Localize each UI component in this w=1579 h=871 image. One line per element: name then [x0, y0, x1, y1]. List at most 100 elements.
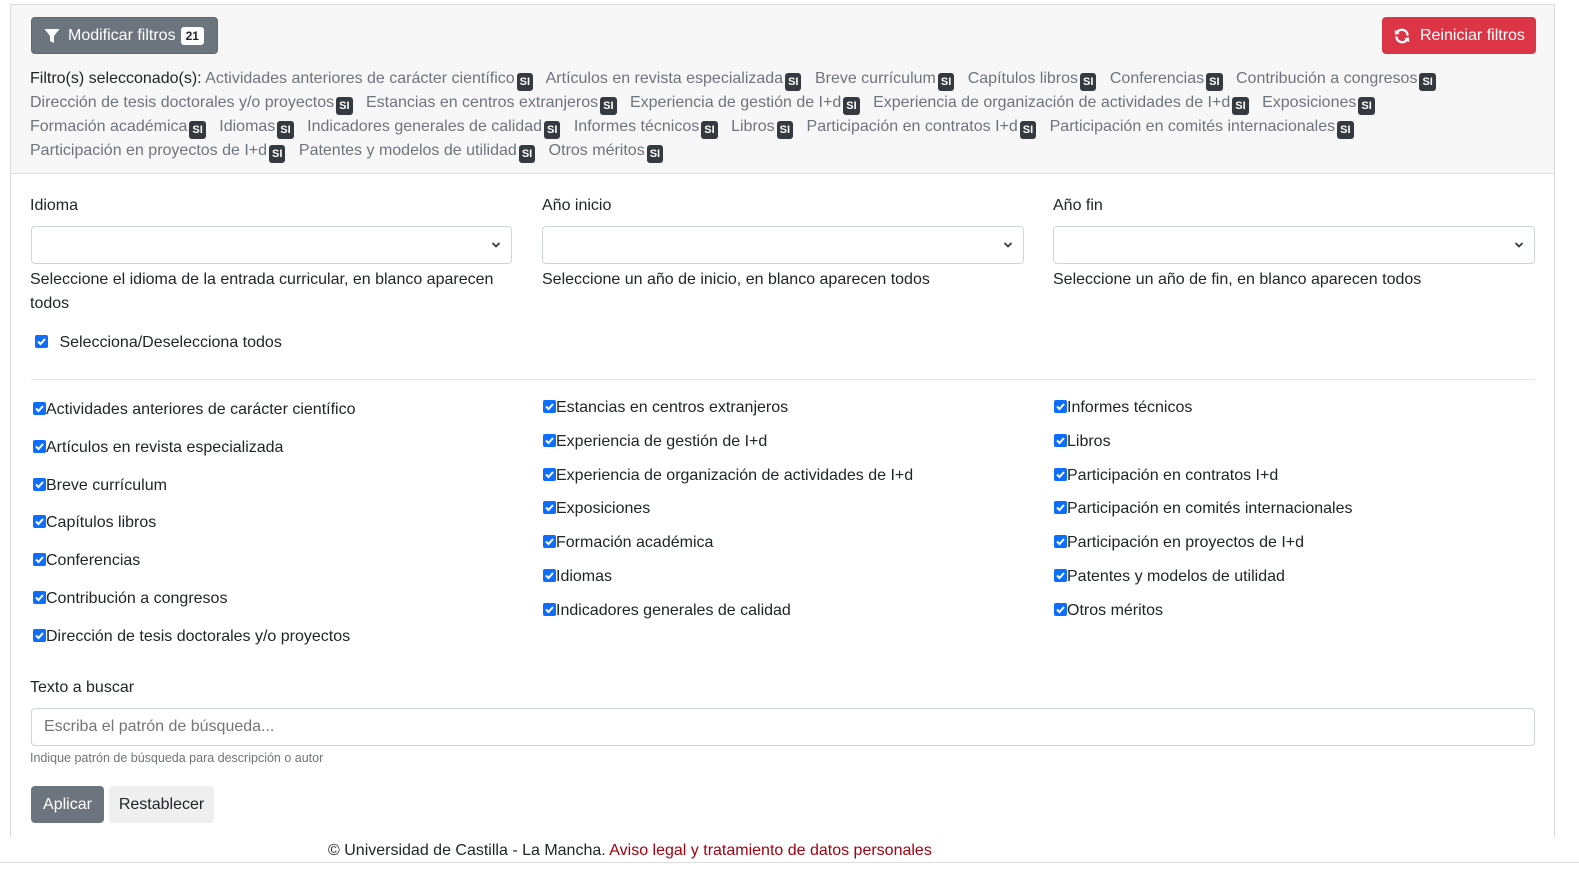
- filter-checkbox-item[interactable]: Idiomas: [543, 568, 612, 586]
- ano-fin-select[interactable]: [1053, 226, 1535, 264]
- checkmark-icon: [35, 405, 44, 413]
- filter-checkbox[interactable]: [33, 628, 46, 642]
- filter-checkbox-label: Formación académica: [556, 534, 714, 552]
- search-input[interactable]: [31, 708, 1535, 746]
- selected-filter-tag: Libros SI: [731, 118, 794, 139]
- filter-checkbox[interactable]: [1054, 433, 1067, 447]
- filters-card: Modificar filtros 21 Reiniciar filtros F…: [10, 4, 1555, 838]
- filter-checkbox-item[interactable]: Experiencia de organización de actividad…: [543, 467, 913, 485]
- filter-checkbox[interactable]: [33, 591, 46, 604]
- filter-checkbox-item[interactable]: Contribución a congresos: [33, 590, 227, 608]
- filter-checkbox[interactable]: [543, 400, 556, 413]
- checkmark-icon: [35, 632, 44, 640]
- si-badge: SI: [189, 121, 206, 139]
- filter-checkbox-item[interactable]: Experiencia de gestión de I+d: [543, 433, 767, 451]
- filter-checkbox-item[interactable]: Formación académica: [543, 534, 713, 552]
- checkmark-icon: [545, 504, 554, 512]
- filter-checkbox[interactable]: [543, 467, 556, 481]
- filter-checkbox[interactable]: [33, 515, 46, 529]
- filter-checkbox-item[interactable]: Patentes y modelos de utilidad: [1054, 568, 1285, 586]
- si-badge: SI: [518, 145, 536, 163]
- checkmark-icon: [35, 518, 44, 526]
- filter-checkbox[interactable]: [1054, 467, 1067, 481]
- ano-fin-help: Seleccione un año de fin, en blanco apar…: [1053, 271, 1422, 288]
- idioma-select[interactable]: [31, 226, 512, 264]
- selected-filter-tag: Otros méritos SI: [549, 142, 664, 163]
- chevron-down-icon: [1514, 242, 1524, 248]
- si-badge: SI: [785, 73, 802, 91]
- selected-filter-label: Capítulos libros: [967, 70, 1078, 87]
- filter-checkbox[interactable]: [33, 439, 46, 453]
- checkmark-icon: [545, 538, 554, 546]
- checkmark-icon: [1056, 606, 1065, 614]
- select-all-toggle[interactable]: Selecciona/Deselecciona todos: [35, 334, 282, 352]
- filter-count-badge: 21: [180, 26, 204, 45]
- select-all-checkbox[interactable]: [35, 335, 48, 348]
- filter-checkbox[interactable]: [543, 535, 556, 549]
- filter-checkbox-item[interactable]: Estancias en centros extranjeros: [543, 399, 788, 417]
- checkmark-icon: [545, 572, 554, 580]
- checkmark-icon: [1056, 538, 1065, 546]
- restore-button[interactable]: Restablecer: [109, 786, 214, 823]
- selected-filter-label: Patentes y modelos de utilidad: [298, 142, 517, 159]
- selected-filter-label: Actividades anteriores de carácter cient…: [205, 70, 515, 87]
- filter-checkbox-item[interactable]: Conferencias: [33, 552, 140, 570]
- legal-notice-link[interactable]: Aviso legal y tratamiento de datos perso…: [609, 842, 932, 859]
- filter-checkbox-item[interactable]: Breve currículum: [33, 477, 167, 495]
- filter-checkbox[interactable]: [543, 569, 556, 582]
- checkmark-icon: [1056, 470, 1065, 479]
- filter-checkbox-label: Participación en proyectos de I+d: [1067, 534, 1305, 552]
- selected-filter-tag: Patentes y modelos de utilidad SI: [298, 142, 536, 163]
- selected-filter-tag: Idiomas SI: [219, 118, 294, 139]
- ano-inicio-select[interactable]: [542, 226, 1024, 264]
- filter-checkbox-item[interactable]: Informes técnicos: [1054, 399, 1192, 417]
- filter-checkbox[interactable]: [33, 402, 46, 415]
- si-badge: SI: [937, 73, 955, 91]
- filter-checkbox-item[interactable]: Capítulos libros: [33, 514, 156, 532]
- selected-filter-label: Experiencia de gestión de I+d: [629, 94, 842, 111]
- filter-checkbox[interactable]: [1054, 501, 1067, 515]
- filter-checkbox-item[interactable]: Artículos en revista especializada: [33, 439, 283, 457]
- filter-checkbox-item[interactable]: Indicadores generales de calidad: [543, 602, 791, 620]
- filter-checkbox-item[interactable]: Otros méritos: [1054, 602, 1163, 620]
- filter-checkbox[interactable]: [543, 602, 556, 616]
- filter-checkbox-item[interactable]: Participación en contratos I+d: [1054, 467, 1278, 485]
- selected-filter-label: Exposiciones: [1262, 94, 1357, 111]
- selected-filter-tag: Participación en contratos I+d SI: [807, 118, 1037, 139]
- filter-checkbox-label: Artículos en revista especializada: [46, 438, 284, 456]
- filter-checkbox[interactable]: [543, 501, 556, 515]
- reset-filters-button[interactable]: Reiniciar filtros: [1382, 17, 1536, 54]
- selected-filter-tag: Artículos en revista especializada SI: [546, 70, 802, 91]
- si-badge: SI: [1232, 97, 1249, 115]
- reset-filters-label: Reiniciar filtros: [1420, 26, 1525, 44]
- filter-checkbox[interactable]: [1054, 400, 1067, 413]
- selected-filter-tag: Participación en proyectos de I+d SI: [30, 142, 286, 163]
- si-badge: SI: [277, 121, 294, 139]
- filter-checkbox-label: Contribución a congresos: [46, 590, 228, 607]
- selected-filter-label: Idiomas: [219, 118, 276, 135]
- filter-checkbox-label: Experiencia de gestión de I+d: [556, 432, 768, 450]
- filter-checkbox-item[interactable]: Libros: [1054, 433, 1111, 451]
- selected-filter-label: Libros: [731, 118, 775, 135]
- filter-checkbox-label: Participación en comités internacionales: [1067, 500, 1353, 518]
- si-badge: SI: [1206, 73, 1223, 91]
- filter-checkbox-item[interactable]: Participación en comités internacionales: [1054, 500, 1352, 518]
- filter-checkbox-item[interactable]: Dirección de tesis doctorales y/o proyec…: [33, 628, 350, 646]
- filter-checkbox[interactable]: [1054, 602, 1067, 616]
- filter-checkbox[interactable]: [1054, 569, 1067, 582]
- modify-filters-button[interactable]: Modificar filtros 21: [31, 17, 218, 54]
- filter-checkbox[interactable]: [1054, 535, 1067, 549]
- filter-checkbox[interactable]: [33, 477, 46, 491]
- selected-filter-label: Breve currículum: [814, 70, 936, 87]
- apply-button[interactable]: Aplicar: [31, 786, 104, 823]
- si-badge: SI: [1019, 121, 1037, 139]
- selected-filter-label: Indicadores generales de calidad: [307, 118, 542, 135]
- filter-checkbox-item[interactable]: Actividades anteriores de carácter cient…: [33, 401, 355, 419]
- checkmark-icon: [545, 403, 554, 411]
- filter-checkbox[interactable]: [543, 433, 556, 447]
- filter-checkbox-item[interactable]: Participación en proyectos de I+d: [1054, 534, 1304, 552]
- filter-checkbox[interactable]: [33, 553, 46, 567]
- si-badge: SI: [776, 121, 794, 139]
- filter-checkbox-item[interactable]: Exposiciones: [543, 500, 650, 518]
- checkmark-icon: [35, 480, 44, 489]
